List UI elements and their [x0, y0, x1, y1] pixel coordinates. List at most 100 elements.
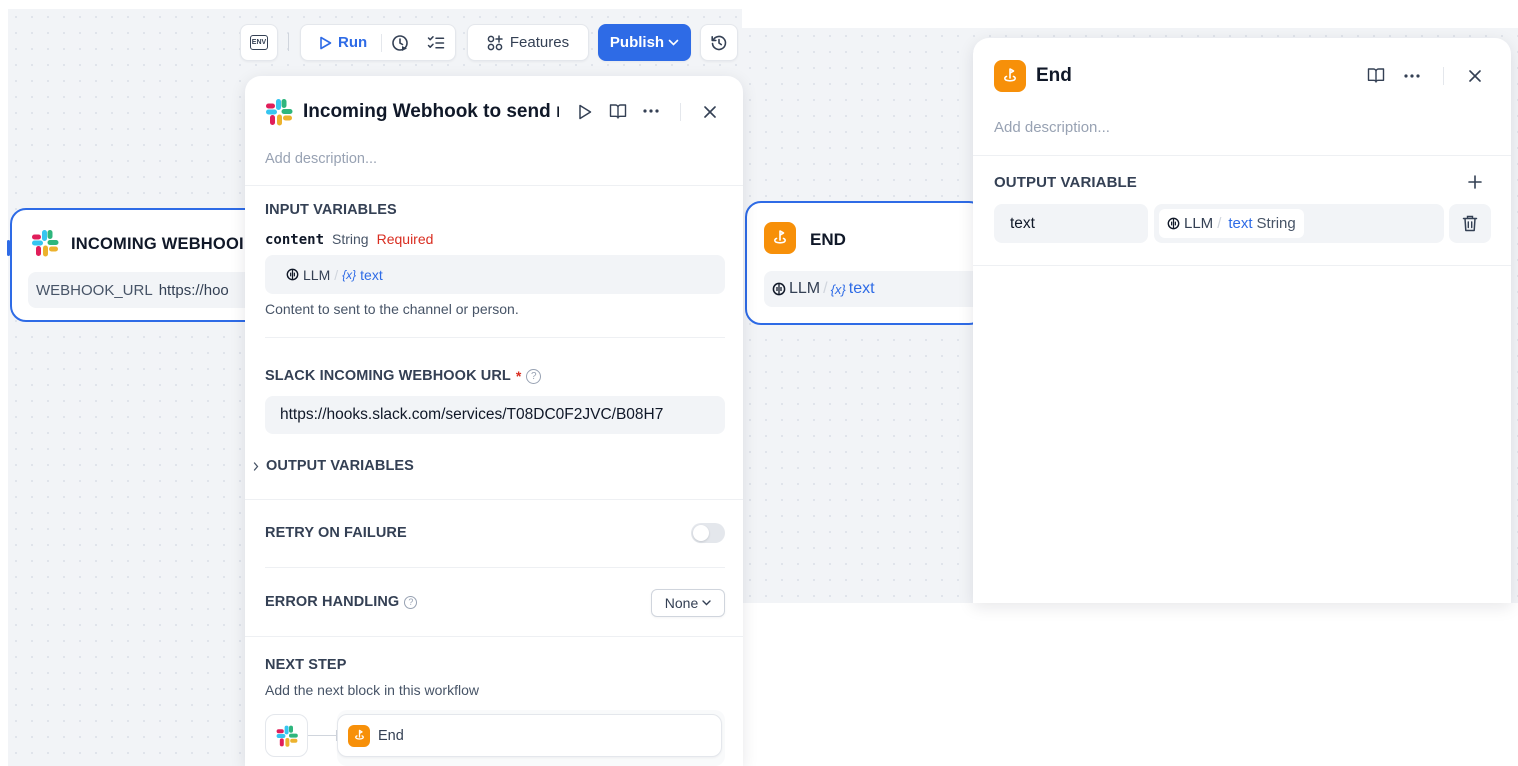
- variable-icon: {x}: [830, 281, 846, 297]
- more-icon[interactable]: [643, 109, 659, 113]
- input-variables-heading: INPUT VARIABLES: [265, 202, 397, 218]
- end-node-var-source: LLM: [789, 280, 821, 297]
- output-variable-name-input[interactable]: text: [994, 204, 1148, 243]
- divider: [973, 265, 1511, 266]
- version-history-button[interactable]: [700, 24, 738, 61]
- output-variable-heading: OUTPUT VARIABLE: [994, 174, 1137, 191]
- env-icon: ENV: [250, 35, 268, 50]
- output-variable-selector[interactable]: LLM / text String: [1154, 204, 1444, 243]
- slack-url-heading-row: SLACK INCOMING WEBHOOK URL * ?: [265, 368, 542, 384]
- end-block-icon: [348, 724, 370, 747]
- output-variable-name: text: [1010, 214, 1035, 232]
- ref-type: String: [1256, 215, 1296, 232]
- ref-source: LLM: [303, 266, 331, 283]
- end-node-panel: End Add description... OUTPUT VARIABLE t…: [973, 38, 1511, 603]
- ref-source: LLM: [1184, 215, 1214, 232]
- chevron-right-icon: [253, 461, 259, 471]
- slack-url-heading: SLACK INCOMING WEBHOOK URL: [265, 368, 511, 384]
- node-input-handle[interactable]: [7, 240, 10, 256]
- description-input[interactable]: Add description...: [265, 151, 377, 167]
- toolbar-divider: [288, 33, 289, 51]
- play-icon: [320, 36, 332, 49]
- output-variable-reference: LLM / text String: [1159, 209, 1304, 238]
- run-history-button[interactable]: [382, 25, 418, 60]
- description-input[interactable]: Add description...: [994, 119, 1110, 136]
- book-icon[interactable]: [609, 103, 627, 120]
- header-divider: [680, 103, 681, 121]
- end-flag-icon: [354, 729, 364, 740]
- required-mark: *: [515, 368, 522, 384]
- end-node-var-sep: /: [823, 280, 828, 297]
- end-node[interactable]: END LLM / {x} text: [745, 201, 985, 325]
- slack-icon: [32, 230, 59, 257]
- next-step-source-block: [265, 714, 308, 757]
- env-button[interactable]: ENV: [240, 24, 278, 61]
- add-icon[interactable]: [1468, 175, 1482, 189]
- retry-heading: RETRY ON FAILURE: [265, 525, 407, 541]
- variable-reference: LLM / {x} text: [286, 267, 383, 283]
- history-icon: [711, 35, 727, 50]
- play-icon[interactable]: [578, 104, 592, 120]
- run-group: Run: [300, 24, 456, 61]
- webhook-node[interactable]: INCOMING WEBHOOI WEBHOOK_URL https://hoo: [7, 208, 288, 322]
- end-panel-title[interactable]: End: [1036, 65, 1072, 87]
- webhook-node-field-key: WEBHOOK_URL: [36, 281, 153, 299]
- close-icon[interactable]: [1469, 70, 1481, 82]
- llm-icon: [286, 268, 299, 281]
- run-button[interactable]: Run: [301, 25, 381, 60]
- end-node-var: LLM / {x} text: [764, 271, 984, 307]
- clock-play-icon: [392, 34, 408, 51]
- publish-label: Publish: [609, 34, 665, 51]
- end-node-title: END: [810, 230, 846, 249]
- next-step-target-label: End: [378, 727, 404, 744]
- divider: [245, 499, 743, 500]
- divider: [245, 636, 743, 637]
- slack-url-value: https://hooks.slack.com/services/T08DC0F…: [280, 406, 664, 423]
- slack-url-input[interactable]: https://hooks.slack.com/services/T08DC0F…: [265, 396, 725, 434]
- variable-icon: {x}: [342, 267, 357, 282]
- input-variable-required: Required: [376, 231, 434, 247]
- checklist-button[interactable]: [418, 25, 454, 60]
- end-node-icon: [764, 222, 796, 254]
- webhook-panel-title[interactable]: Incoming Webhook to send r: [303, 101, 559, 123]
- help-icon[interactable]: ?: [526, 368, 542, 384]
- output-variables-heading: OUTPUT VARIABLES: [266, 458, 414, 474]
- input-variable-meta: content String Required: [265, 231, 433, 248]
- end-panel-icon: [994, 60, 1026, 92]
- error-handling-select[interactable]: None: [651, 589, 725, 617]
- ref-name: text: [360, 266, 383, 283]
- features-label: Features: [509, 34, 570, 51]
- end-flag-icon: [773, 230, 787, 244]
- ref-sep: /: [334, 266, 339, 283]
- chevron-down-icon: [668, 39, 679, 46]
- error-handling-heading-row: ERROR HANDLING ?: [265, 594, 418, 610]
- slack-icon: [276, 725, 298, 747]
- output-variables-toggle[interactable]: OUTPUT VARIABLES: [253, 458, 414, 474]
- retry-toggle[interactable]: [691, 523, 725, 543]
- llm-icon: [1167, 217, 1180, 230]
- header-divider: [1443, 67, 1444, 85]
- end-flag-icon: [1003, 68, 1017, 82]
- webhook-node-panel: Incoming Webhook to send r Add descripti…: [245, 76, 743, 766]
- trash-icon: [1462, 215, 1478, 232]
- book-icon[interactable]: [1367, 67, 1385, 84]
- next-step-heading: NEXT STEP: [265, 657, 347, 673]
- divider: [265, 337, 725, 338]
- features-icon: [487, 34, 503, 50]
- chevron-down-icon: [702, 600, 711, 606]
- help-icon[interactable]: ?: [404, 595, 418, 609]
- more-icon[interactable]: [1404, 74, 1420, 78]
- webhook-node-title: INCOMING WEBHOOI: [71, 235, 244, 253]
- input-variable-type: String: [332, 231, 369, 247]
- publish-button[interactable]: Publish: [598, 24, 691, 61]
- checklist-icon: [427, 35, 445, 49]
- features-button[interactable]: Features: [467, 24, 589, 61]
- slack-icon: [266, 99, 293, 126]
- delete-variable-button[interactable]: [1449, 204, 1491, 243]
- close-icon[interactable]: [704, 106, 716, 118]
- next-step-end-block[interactable]: End: [337, 714, 722, 757]
- webhook-node-field-value: https://hoo: [158, 281, 229, 299]
- end-node-var-name: text: [848, 280, 875, 297]
- next-step-connector: [308, 735, 336, 736]
- input-variable-selector[interactable]: LLM / {x} text: [265, 255, 725, 294]
